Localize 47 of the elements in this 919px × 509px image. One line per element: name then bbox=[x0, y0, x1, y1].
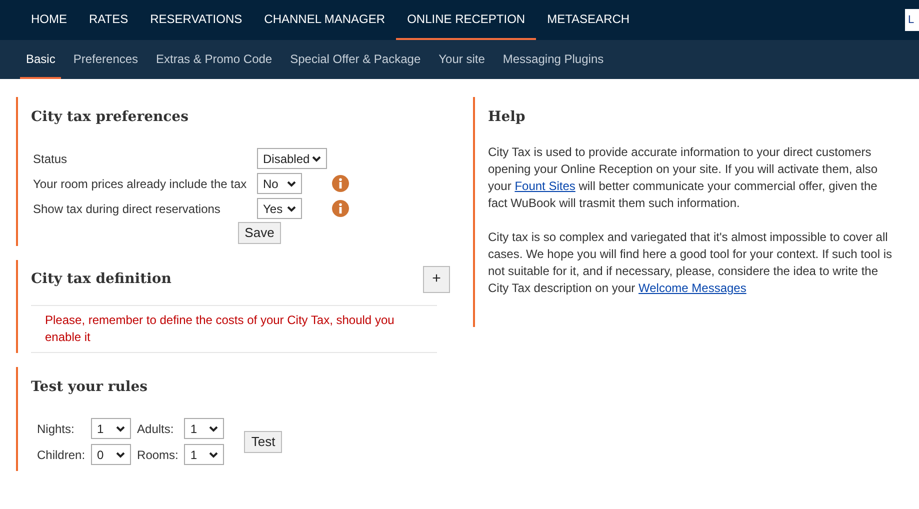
field-label: Your room prices already include the tax bbox=[33, 176, 248, 192]
field-label: Children: bbox=[37, 446, 86, 464]
section-title: City tax preferences bbox=[31, 108, 190, 127]
test-button[interactable]: Test bbox=[244, 430, 282, 452]
help-paragraph: City Tax is used to provide accurate information to your direct customers opening your Online Reception on your site. If you will activate them, also your Fount Sites will better communicate your commercial offer, given the fact WuBook will trasmit them such information. bbox=[488, 144, 879, 212]
select-field[interactable]: No bbox=[257, 173, 302, 194]
select-field[interactable]: Yes bbox=[257, 198, 302, 219]
sub-tab[interactable]: Messaging Plugins bbox=[496, 40, 610, 79]
section-title: Help bbox=[488, 108, 526, 127]
field-label: Rooms: bbox=[137, 446, 178, 464]
section-title: City tax definition bbox=[31, 270, 172, 289]
add-button[interactable]: + bbox=[423, 266, 450, 293]
select-field[interactable]: 0 bbox=[91, 444, 132, 465]
nav-tab[interactable]: RESERVATIONS bbox=[139, 0, 254, 40]
nav-tab[interactable]: CHANNEL MANAGER bbox=[253, 0, 396, 40]
section-title: Test your rules bbox=[31, 378, 149, 397]
warning-message: Please, remember to define the costs of your City Tax, should you enable it bbox=[45, 312, 396, 346]
field-label: Nights: bbox=[37, 420, 76, 438]
nav-tab[interactable]: RATES bbox=[78, 0, 140, 40]
info-icon[interactable] bbox=[332, 175, 349, 192]
info-icon[interactable] bbox=[332, 200, 349, 217]
save-button[interactable]: Save bbox=[238, 222, 282, 244]
nav-tab[interactable]: HOME bbox=[20, 0, 78, 40]
nav-tab[interactable]: METASEARCH bbox=[536, 0, 641, 40]
sub-tab[interactable]: Your site bbox=[432, 40, 491, 79]
chevron-icon bbox=[312, 156, 321, 162]
sub-tab[interactable]: Special Offer & Package bbox=[284, 40, 427, 79]
chevron-icon bbox=[287, 180, 296, 186]
sub-tab[interactable]: Extras & Promo Code bbox=[150, 40, 278, 79]
sub-tab[interactable]: Basic bbox=[20, 40, 62, 79]
link[interactable]: Fount Sites bbox=[514, 179, 576, 193]
select-field[interactable]: Disabled bbox=[257, 148, 327, 169]
chevron-icon bbox=[209, 426, 218, 432]
corner-button[interactable]: L bbox=[905, 9, 919, 31]
field-label: Adults: bbox=[137, 420, 175, 438]
chevron-icon bbox=[209, 452, 218, 458]
select-field[interactable]: 1 bbox=[184, 444, 224, 465]
chevron-icon bbox=[287, 206, 296, 212]
help-paragraph: City tax is so complex and variegated that it's almost impossible to cover all cases. We hope you will find here a good tool for your context. If such tool is not suitable for it, and if necessary, please, considere the idea to write the City Tax description on your Welcome Messages bbox=[488, 229, 893, 297]
select-field[interactable]: 1 bbox=[91, 418, 132, 439]
chevron-icon bbox=[116, 426, 126, 432]
field-label: Show tax during direct reservations bbox=[33, 200, 222, 218]
chevron-icon bbox=[116, 452, 126, 458]
link[interactable]: Welcome Messages bbox=[638, 281, 746, 295]
sub-tab[interactable]: Preferences bbox=[67, 40, 144, 79]
field-label: Status bbox=[33, 150, 68, 168]
select-field[interactable]: 1 bbox=[184, 418, 224, 439]
